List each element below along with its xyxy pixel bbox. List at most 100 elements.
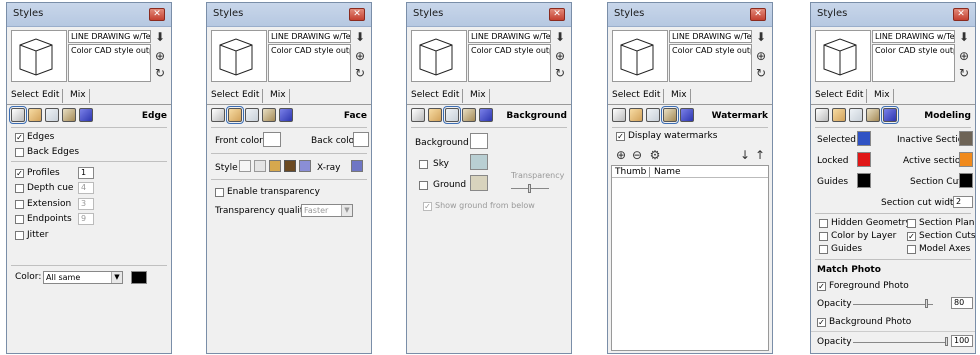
background-settings-icon[interactable] (849, 108, 863, 122)
modeling-settings-icon[interactable] (279, 108, 293, 122)
style-name-field[interactable]: LINE DRAWING w/Textu (872, 30, 955, 43)
style-name-field[interactable]: LINE DRAWING w/Textu (468, 30, 551, 43)
wireframe-mode-icon[interactable] (239, 160, 251, 172)
edge-color-swatch[interactable] (131, 271, 147, 284)
create-style-icon[interactable]: ⊕ (957, 49, 971, 63)
tab-select[interactable]: Select (211, 90, 239, 100)
guides-color-swatch[interactable] (857, 173, 871, 188)
background-settings-icon[interactable] (443, 106, 461, 124)
inactive-section-color-swatch[interactable] (959, 131, 973, 146)
tab-edit[interactable]: Edit (242, 90, 259, 100)
style-description-field[interactable]: Color CAD style output. (68, 44, 151, 82)
refresh-icon[interactable]: ↻ (153, 66, 167, 80)
face-settings-icon[interactable] (28, 108, 42, 122)
watermark-settings-icon[interactable] (866, 108, 880, 122)
section-planes-checkbox[interactable] (907, 219, 916, 228)
endpoints-input[interactable]: 9 (78, 213, 94, 225)
ground-transparency-thumb[interactable] (528, 184, 531, 193)
style-description-field[interactable]: Color CAD style output. (669, 44, 752, 82)
watermark-settings-icon[interactable] (262, 108, 276, 122)
section-cuts-checkbox[interactable]: ✓ (907, 232, 916, 241)
selected-color-swatch[interactable] (857, 131, 871, 146)
watermark-settings-icon[interactable] (661, 106, 679, 124)
locked-color-swatch[interactable] (857, 152, 871, 167)
update-style-icon[interactable]: ⬇ (754, 30, 768, 44)
edge-settings-icon[interactable] (815, 108, 829, 122)
close-icon[interactable]: ✕ (750, 8, 766, 21)
sky-checkbox[interactable] (419, 160, 428, 169)
model-axes-checkbox[interactable] (907, 245, 916, 254)
edge-settings-icon[interactable] (612, 108, 626, 122)
shaded-mode-icon[interactable] (269, 160, 281, 172)
style-description-field[interactable]: Color CAD style output. (468, 44, 551, 82)
face-settings-icon[interactable] (428, 108, 442, 122)
endpoints-checkbox[interactable] (15, 215, 24, 224)
sky-color-swatch[interactable] (470, 154, 488, 170)
edge-settings-icon[interactable] (411, 108, 425, 122)
update-style-icon[interactable]: ⬇ (957, 30, 971, 44)
textured-mode-icon[interactable] (284, 160, 296, 172)
style-description-field[interactable]: Color CAD style output. (872, 44, 955, 82)
enable-transparency-checkbox[interactable] (215, 188, 224, 197)
column-thumb[interactable]: Thumb (615, 167, 646, 177)
tab-mix[interactable]: Mix (270, 90, 286, 100)
section-cut-width-input[interactable]: 2 (953, 196, 973, 208)
foreground-photo-checkbox[interactable]: ✓ (817, 282, 826, 291)
tab-edit[interactable]: Edit (846, 90, 863, 100)
section-cuts-color-swatch[interactable] (959, 173, 973, 188)
face-settings-icon[interactable] (629, 108, 643, 122)
move-up-icon[interactable]: ↑ (753, 148, 767, 162)
modeling-settings-icon[interactable] (79, 108, 93, 122)
background-opacity-thumb[interactable] (945, 337, 948, 346)
ground-color-swatch[interactable] (470, 175, 488, 191)
create-style-icon[interactable]: ⊕ (353, 49, 367, 63)
xray-mode-icon[interactable] (351, 160, 363, 172)
style-name-field[interactable]: LINE DRAWING w/Textu (268, 30, 351, 43)
foreground-opacity-input[interactable]: 80 (951, 297, 973, 309)
tab-select[interactable]: Select (815, 90, 843, 100)
tab-select[interactable]: Select (411, 90, 439, 100)
foreground-opacity-thumb[interactable] (925, 299, 928, 308)
jitter-checkbox[interactable] (15, 231, 24, 240)
edit-watermark-icon[interactable]: ⚙ (648, 148, 662, 162)
update-style-icon[interactable]: ⬇ (553, 30, 567, 44)
extension-checkbox[interactable] (15, 200, 24, 209)
tab-mix[interactable]: Mix (470, 90, 486, 100)
edge-color-select[interactable]: All same ▼ (43, 271, 123, 284)
tab-edit[interactable]: Edit (442, 90, 459, 100)
background-opacity-slider[interactable] (853, 342, 947, 343)
move-down-icon[interactable]: ↓ (738, 148, 752, 162)
add-watermark-icon[interactable]: ⊕ (614, 148, 628, 162)
update-style-icon[interactable]: ⬇ (353, 30, 367, 44)
refresh-icon[interactable]: ↻ (353, 66, 367, 80)
close-icon[interactable]: ✕ (953, 8, 969, 21)
background-opacity-input[interactable]: 100 (951, 335, 973, 347)
background-settings-icon[interactable] (45, 108, 59, 122)
modeling-settings-icon[interactable] (680, 108, 694, 122)
tab-mix[interactable]: Mix (874, 90, 890, 100)
edge-settings-icon[interactable] (9, 106, 27, 124)
background-settings-icon[interactable] (646, 108, 660, 122)
transparency-quality-select[interactable]: Faster ▼ (301, 204, 353, 217)
back-color-swatch[interactable] (353, 132, 369, 147)
column-name[interactable]: Name (654, 167, 681, 177)
style-description-field[interactable]: Color CAD style output. (268, 44, 351, 82)
edge-settings-icon[interactable] (211, 108, 225, 122)
back-edges-checkbox[interactable] (15, 148, 24, 157)
modeling-settings-icon[interactable] (479, 108, 493, 122)
tab-mix[interactable]: Mix (671, 90, 687, 100)
close-icon[interactable]: ✕ (149, 8, 165, 21)
display-watermarks-checkbox[interactable]: ✓ (616, 132, 625, 141)
tab-mix[interactable]: Mix (70, 90, 86, 100)
background-color-swatch[interactable] (470, 133, 488, 149)
watermark-settings-icon[interactable] (462, 108, 476, 122)
refresh-icon[interactable]: ↻ (553, 66, 567, 80)
remove-watermark-icon[interactable]: ⊖ (630, 148, 644, 162)
edges-checkbox[interactable]: ✓ (15, 133, 24, 142)
front-color-swatch[interactable] (263, 132, 281, 147)
close-icon[interactable]: ✕ (349, 8, 365, 21)
tab-select[interactable]: Select (612, 90, 640, 100)
face-settings-icon[interactable] (832, 108, 846, 122)
update-style-icon[interactable]: ⬇ (153, 30, 167, 44)
create-style-icon[interactable]: ⊕ (553, 49, 567, 63)
